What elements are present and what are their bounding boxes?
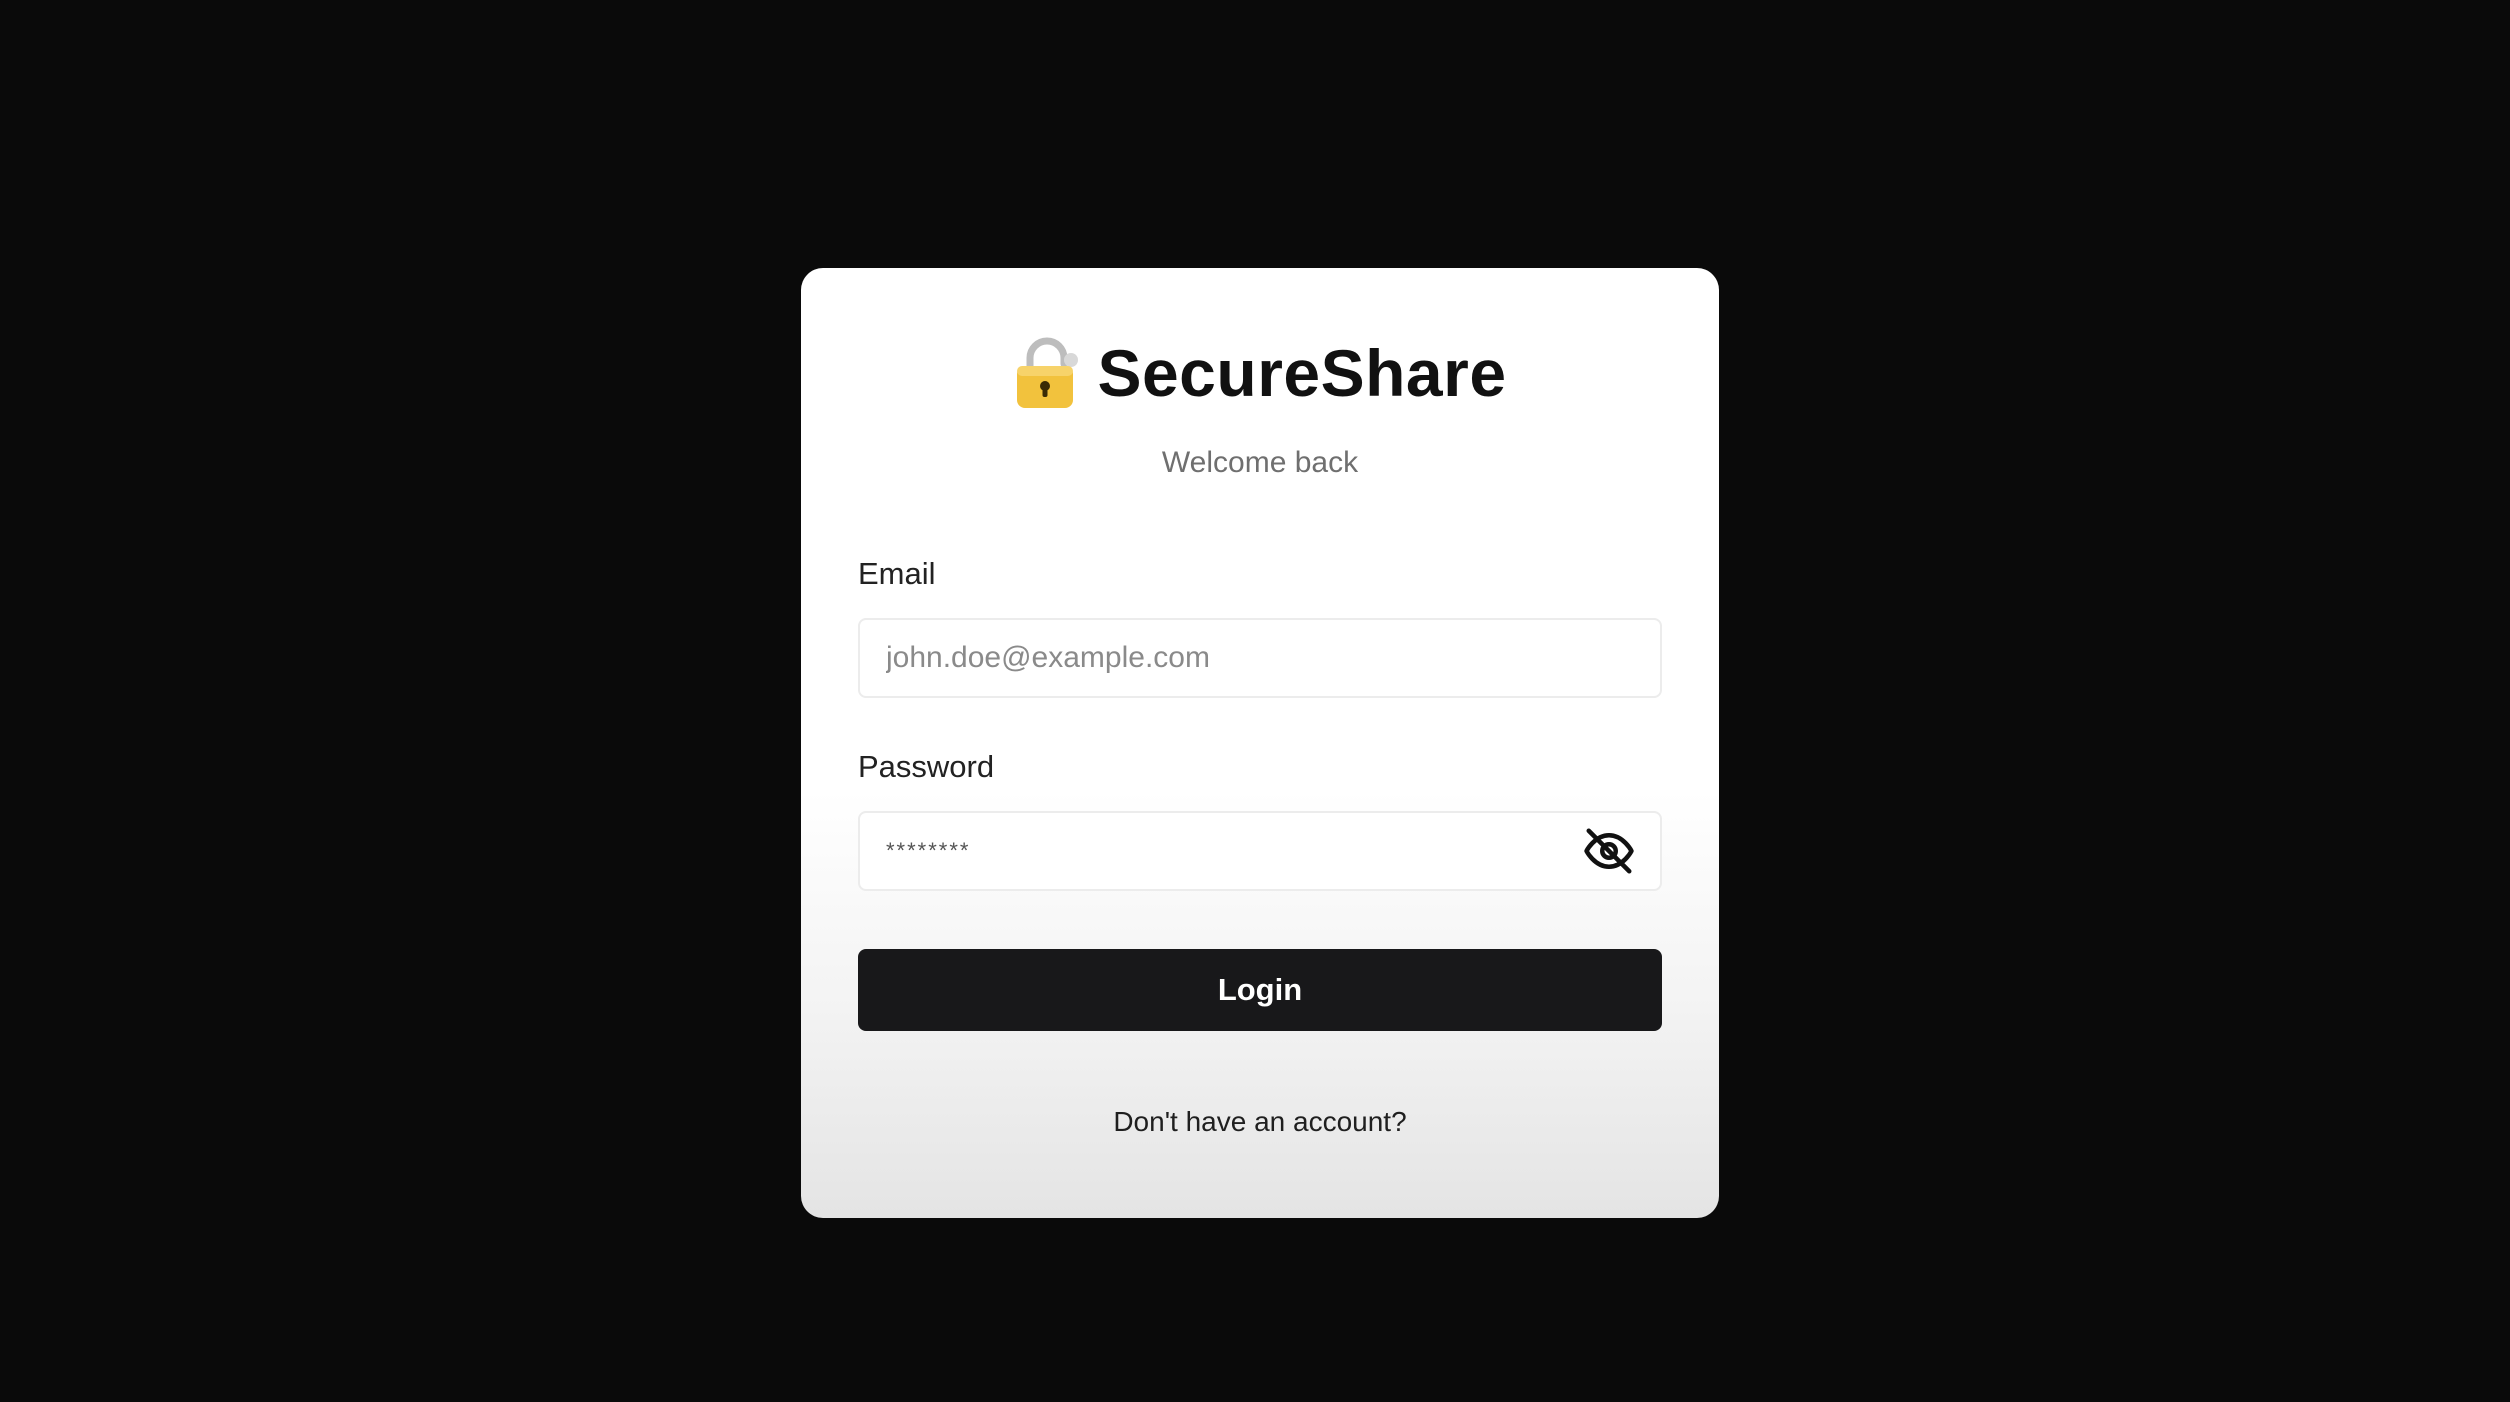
lock-icon bbox=[1013, 336, 1081, 410]
password-label: Password bbox=[858, 749, 995, 784]
login-button[interactable]: Login bbox=[858, 949, 1662, 1031]
email-label: Email bbox=[858, 556, 936, 591]
welcome-subtitle: Welcome back bbox=[1161, 446, 1359, 479]
brand-header: SecureShare bbox=[801, 328, 1719, 418]
login-card: SecureShare Welcome back Email Password … bbox=[801, 268, 1719, 1218]
email-field[interactable] bbox=[886, 641, 1634, 675]
signup-link[interactable]: Don't have an account? bbox=[801, 1106, 1719, 1138]
eye-off-icon[interactable] bbox=[1582, 824, 1636, 878]
password-field[interactable] bbox=[886, 838, 1586, 864]
login-screen: SecureShare Welcome back Email Password … bbox=[0, 0, 2510, 1402]
app-title: SecureShare bbox=[1097, 336, 1507, 410]
email-field-container bbox=[858, 618, 1662, 698]
password-field-container bbox=[858, 811, 1662, 891]
